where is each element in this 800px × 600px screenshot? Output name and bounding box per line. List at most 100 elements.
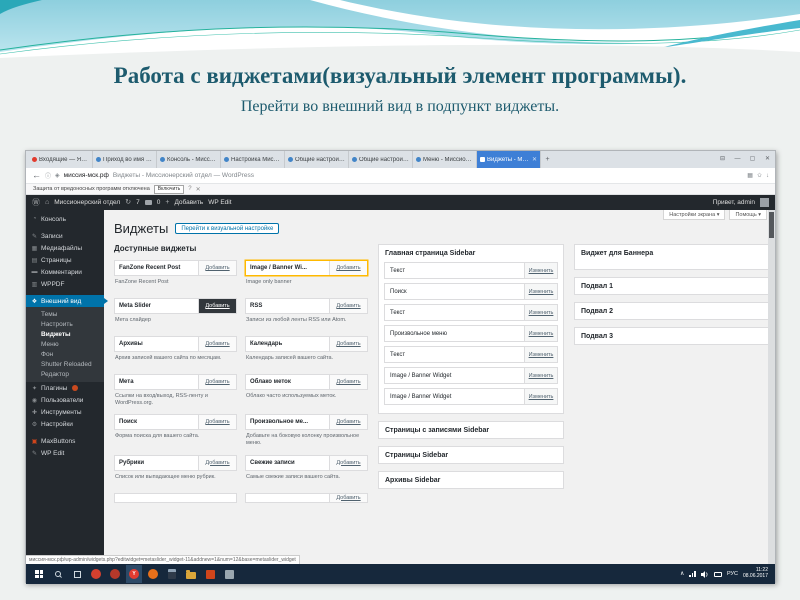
minimize-button[interactable]: — — [730, 151, 745, 168]
sidebar-widget-row[interactable]: ТекстИзменить — [384, 346, 558, 363]
submenu-item-menus[interactable]: Меню — [26, 339, 104, 349]
widget-edit-button[interactable]: Изменить — [524, 326, 557, 341]
widget-add-button[interactable]: Добавить — [329, 299, 367, 313]
submenu-item-background[interactable]: Фон — [26, 349, 104, 359]
network-icon[interactable] — [689, 571, 696, 577]
language-indicator[interactable]: РУС — [727, 571, 738, 577]
widget-add-button[interactable]: Добавить — [329, 456, 367, 470]
widget-tile[interactable]: FanZone Recent PostДобавить — [114, 260, 237, 276]
widget-add-button[interactable]: Добавить — [198, 375, 236, 389]
submenu-item-widgets-active[interactable]: Виджеты — [26, 329, 104, 339]
search-button[interactable] — [50, 565, 66, 583]
browser-scrollbar[interactable] — [768, 210, 775, 564]
explorer-app-button[interactable] — [183, 565, 199, 583]
sidebar-item-pages[interactable]: ▤Страницы — [26, 254, 104, 266]
opera-app-button[interactable] — [88, 565, 104, 583]
widget-add-button[interactable]: Добавить — [329, 337, 367, 351]
sidebar-panel-title[interactable]: Главная страница Sidebar — [379, 245, 563, 261]
widget-add-button[interactable]: Добавить — [329, 375, 367, 389]
submenu-item-customize[interactable]: Настроить — [26, 319, 104, 329]
widget-edit-button[interactable]: Изменить — [524, 389, 557, 404]
widget-tile[interactable]: РубрикиДобавить — [114, 455, 237, 471]
scrollbar-thumb[interactable] — [769, 212, 774, 238]
widget-add-button[interactable]: Добавить — [198, 415, 236, 429]
sidebar-widget-row[interactable]: ПоискИзменить — [384, 283, 558, 300]
greeting-text[interactable]: Привет, admin — [713, 199, 755, 206]
comments-count[interactable]: 0 — [157, 199, 161, 206]
volume-icon[interactable] — [701, 571, 709, 578]
widget-edit-button[interactable]: Изменить — [524, 284, 557, 299]
footer-3-panel[interactable]: Подвал 3 — [574, 327, 769, 345]
site-name-link[interactable]: Миссионерский отдел — [54, 199, 120, 206]
widget-tile[interactable] — [114, 493, 237, 503]
widget-tile[interactable]: Meta SliderДобавить — [114, 298, 237, 314]
widget-tile[interactable]: МетаДобавить — [114, 374, 237, 390]
browser-tab-console[interactable]: Консоль - Миссионерский — [157, 151, 221, 168]
site-info-icon[interactable]: ⓘ — [45, 171, 51, 180]
browser-tab-widgets-active[interactable]: Виджеты - Миссионер✕ — [477, 151, 541, 168]
widget-add-button[interactable]: Добавить — [329, 494, 367, 502]
task-view-button[interactable] — [69, 565, 85, 583]
submenu-item-shutter-reloaded[interactable]: Shutter Reloaded — [26, 359, 104, 369]
bookmark-star-icon[interactable]: ✩ — [757, 172, 762, 179]
sidebar-widget-row[interactable]: ТекстИзменить — [384, 304, 558, 321]
tab-panel-icon[interactable]: ⊟ — [715, 151, 730, 168]
sidebar-item-settings[interactable]: ⚙Настройки — [26, 418, 104, 430]
sidebar-widget-row[interactable]: ТекстИзменить — [384, 262, 558, 279]
widget-tile[interactable]: Произвольное ме...Добавить — [245, 414, 368, 430]
widget-edit-button[interactable]: Изменить — [524, 368, 557, 383]
widget-edit-button[interactable]: Изменить — [524, 305, 557, 320]
gray-app-button[interactable] — [221, 565, 237, 583]
tab-close-icon[interactable]: ✕ — [532, 156, 537, 163]
widget-tile[interactable]: АрхивыДобавить — [114, 336, 237, 352]
firefox-app-button[interactable] — [145, 565, 161, 583]
sidebar-item-wp-edit[interactable]: ✎WP Edit — [26, 447, 104, 459]
enable-protection-button[interactable]: Включить — [154, 185, 184, 194]
new-content-link[interactable]: Добавить — [174, 199, 203, 206]
widget-tile[interactable]: КалендарьДобавить — [245, 336, 368, 352]
banner-widget-panel[interactable]: Виджет для Баннера — [574, 244, 769, 270]
browser-tab-settings-2[interactable]: Общие настройки - Мисс — [349, 151, 413, 168]
avatar[interactable] — [760, 198, 769, 207]
help-button[interactable]: Помощь ▾ — [729, 210, 767, 220]
sidebar-item-appearance[interactable]: ❖Внешний вид — [26, 295, 104, 307]
widget-add-button[interactable]: Добавить — [329, 261, 367, 275]
widget-add-button[interactable]: Добавить — [198, 261, 236, 275]
submenu-item-themes[interactable]: Темы — [26, 309, 104, 319]
footer-2-panel[interactable]: Подвал 2 — [574, 302, 769, 320]
sidebar-item-posts[interactable]: ✎Записи — [26, 230, 104, 242]
close-notification-icon[interactable]: ✕ — [196, 186, 201, 193]
widget-add-button[interactable]: Добавить — [198, 337, 236, 351]
sidebar-item-comments[interactable]: ▬Комментарии — [26, 266, 104, 278]
collapsed-sidebar-panel[interactable]: Страницы с записями Sidebar — [378, 421, 564, 439]
shield-icon[interactable]: ◈ — [55, 172, 60, 179]
browser-tab-settings-1[interactable]: Общие настройки - Мисс — [285, 151, 349, 168]
widget-tile[interactable]: ПоискДобавить — [114, 414, 237, 430]
updates-count[interactable]: 7 — [136, 199, 140, 206]
browser-tab-customize[interactable]: Настройка Миссионерск — [221, 151, 285, 168]
maximize-button[interactable]: ▢ — [745, 151, 760, 168]
widget-add-button[interactable]: Добавить — [329, 415, 367, 429]
close-button[interactable]: ✕ — [760, 151, 775, 168]
browser-tab-site[interactable]: Приход во имя преподоб — [93, 151, 157, 168]
widget-tile[interactable]: Добавить — [245, 493, 368, 503]
footer-1-panel[interactable]: Подвал 1 — [574, 277, 769, 295]
yandex-browser-button-active[interactable]: Y — [126, 565, 142, 583]
widget-edit-button[interactable]: Изменить — [524, 347, 557, 362]
extensions-icon[interactable]: ▦ — [747, 172, 753, 179]
screen-options-button[interactable]: Настройки экрана ▾ — [663, 210, 725, 220]
submenu-item-editor[interactable]: Редактор — [26, 369, 104, 379]
sidebar-item-wppdf[interactable]: ▥WPPDF — [26, 278, 104, 290]
sidebar-item-users[interactable]: ◉Пользователи — [26, 394, 104, 406]
sidebar-item-plugins[interactable]: ✦Плагины — [26, 382, 104, 394]
office-app-button[interactable] — [202, 565, 218, 583]
widget-add-button[interactable]: Добавить — [198, 299, 236, 313]
help-icon[interactable]: ? — [188, 186, 191, 192]
sidebar-item-media[interactable]: ▦Медиафайлы — [26, 242, 104, 254]
address-bar[interactable]: миссия-мск.рф Виджеты - Миссионерский от… — [64, 172, 744, 179]
red-app-button[interactable] — [107, 565, 123, 583]
browser-tab-menu[interactable]: Меню - Миссионерский о — [413, 151, 477, 168]
sidebar-item-tools[interactable]: ✚Инструменты — [26, 406, 104, 418]
wordpress-logo-icon[interactable]: Ⓦ — [32, 199, 40, 207]
widget-tile[interactable]: Image / Banner Wi...Добавить — [245, 260, 368, 276]
